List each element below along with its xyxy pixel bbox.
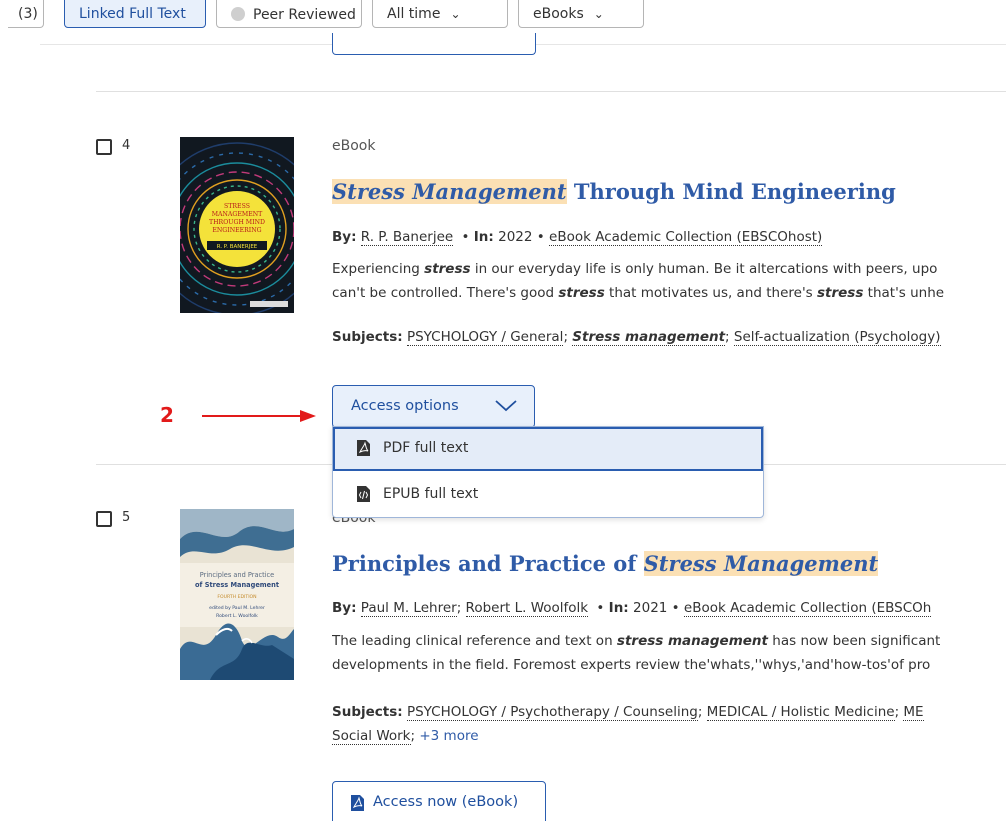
result-5-number: 5 <box>122 510 131 525</box>
publication-year: 2021 <box>633 600 668 616</box>
menu-item-label: EPUB full text <box>383 486 479 502</box>
in-label: • In: <box>461 229 494 245</box>
book-cover-image: STRESS MANAGEMENT THROUGH MIND ENGINEERI… <box>180 137 294 313</box>
access-now-label: Access now (eBook) <box>373 794 519 810</box>
source-type-label: eBooks <box>533 6 584 22</box>
result-4-meta: By: R. P. Banerjee • In: 2022 • eBook Ac… <box>332 229 823 246</box>
result-5-meta: By: Paul M. Lehrer; Robert L. Woolfolk •… <box>332 600 932 617</box>
cover-title-line: Principles and Practice <box>200 571 274 579</box>
cover-title-line: ENGINEERING <box>212 227 261 234</box>
result-5-title-link[interactable]: Principles and Practice of Stress Manage… <box>332 551 879 576</box>
title-rest: Through Mind Engineering <box>566 179 896 204</box>
result-5-checkbox[interactable] <box>96 511 112 527</box>
peer-reviewed-label: Peer Reviewed <box>253 7 356 23</box>
result-divider <box>96 91 1006 92</box>
result-4-abstract: Experiencing stress in our everyday life… <box>332 261 945 301</box>
collection-link[interactable]: eBook Academic Collection (EBSCOh <box>683 600 932 617</box>
title-pre: Principles and Practice of <box>332 551 644 576</box>
pdf-icon <box>357 440 370 456</box>
subject-link[interactable]: MEDICAL / Holistic Medicine <box>706 704 895 721</box>
subject-link[interactable]: Social Work <box>332 728 411 745</box>
result-5-cover[interactable]: Principles and Practice of Stress Manage… <box>180 509 294 680</box>
result-4-cover[interactable]: STRESS MANAGEMENT THROUGH MIND ENGINEERI… <box>180 137 294 313</box>
result-4-title-link[interactable]: Stress Management Through Mind Engineeri… <box>332 179 896 204</box>
result-5-abstract: The leading clinical reference and text … <box>332 633 941 673</box>
result-4-checkbox[interactable] <box>96 139 112 155</box>
cover-editor: edited by Paul M. Lehrer <box>209 605 265 611</box>
title-highlight: Stress Management <box>643 551 879 576</box>
menu-item-label: PDF full text <box>383 440 469 456</box>
by-label: By: <box>332 229 357 245</box>
result-5-subjects: Subjects: PSYCHOLOGY / Psychotherapy / C… <box>332 704 924 745</box>
result-4-number: 4 <box>122 138 131 153</box>
title-highlight: Stress Management <box>332 179 567 204</box>
access-options-label: Access options <box>351 398 459 414</box>
subject-link[interactable]: Stress management <box>572 329 726 346</box>
chevron-down-icon: ⌄ <box>450 7 461 21</box>
cover-title-line: THROUGH MIND <box>209 219 265 226</box>
previous-result-button[interactable] <box>332 33 536 55</box>
subjects-label: Subjects: <box>332 704 403 720</box>
time-range-dropdown[interactable]: All time ⌄ <box>372 0 508 28</box>
publication-year: 2022 <box>498 229 533 245</box>
access-now-button[interactable]: Access now (eBook) <box>332 781 546 821</box>
result-4-type: eBook <box>332 138 376 154</box>
filter-count-label: (3) <box>18 6 38 22</box>
linked-full-text-label: Linked Full Text <box>79 6 186 22</box>
annotation-arrow-icon <box>202 410 316 422</box>
result-4-subjects: Subjects: PSYCHOLOGY / General; Stress m… <box>332 329 941 346</box>
linked-full-text-chip[interactable]: Linked Full Text <box>64 0 206 28</box>
source-type-dropdown[interactable]: eBooks ⌄ <box>518 0 644 28</box>
collection-link[interactable]: eBook Academic Collection (EBSCOhost) <box>549 229 823 246</box>
cover-title-line: of Stress Management <box>195 581 279 589</box>
more-subjects-link[interactable]: +3 more <box>419 728 478 744</box>
peer-reviewed-chip[interactable]: Peer Reviewed <box>216 0 362 28</box>
cover-title-line: MANAGEMENT <box>212 211 263 218</box>
access-options-button[interactable]: Access options <box>332 385 535 428</box>
subject-link[interactable]: Self-actualization (Psychology) <box>733 329 941 346</box>
cover-editor: Robert L. Woolfolk <box>216 613 258 619</box>
filter-count-chip[interactable]: (3) <box>8 0 44 28</box>
cover-title-line: STRESS <box>224 203 250 210</box>
by-label: By: <box>332 600 357 616</box>
cover-author: R. P. BANERJEE <box>217 244 258 250</box>
pdf-icon <box>351 795 364 811</box>
subject-link[interactable]: ME <box>903 704 924 721</box>
book-cover-image: Principles and Practice of Stress Manage… <box>180 509 294 680</box>
author-link[interactable]: R. P. Banerjee <box>360 229 454 246</box>
annotation-step-number: 2 <box>160 403 174 427</box>
menu-item-epub-full-text[interactable]: EPUB full text <box>333 473 763 517</box>
access-options-menu: PDF full text EPUB full text <box>332 426 764 518</box>
cover-edition: FOURTH EDITION <box>217 594 256 600</box>
peer-reviewed-icon <box>231 7 245 21</box>
time-range-label: All time <box>387 6 441 22</box>
author-link[interactable]: Robert L. Woolfolk <box>465 600 589 617</box>
subjects-label: Subjects: <box>332 329 403 345</box>
chevron-down-icon <box>495 400 517 412</box>
subject-link[interactable]: PSYCHOLOGY / General <box>406 329 564 346</box>
in-label: • In: <box>596 600 629 616</box>
epub-icon <box>357 486 370 502</box>
menu-item-pdf-full-text[interactable]: PDF full text <box>333 427 763 471</box>
subject-link[interactable]: PSYCHOLOGY / Psychotherapy / Counseling <box>406 704 698 721</box>
author-link[interactable]: Paul M. Lehrer <box>360 600 457 617</box>
chevron-down-icon: ⌄ <box>593 7 604 21</box>
